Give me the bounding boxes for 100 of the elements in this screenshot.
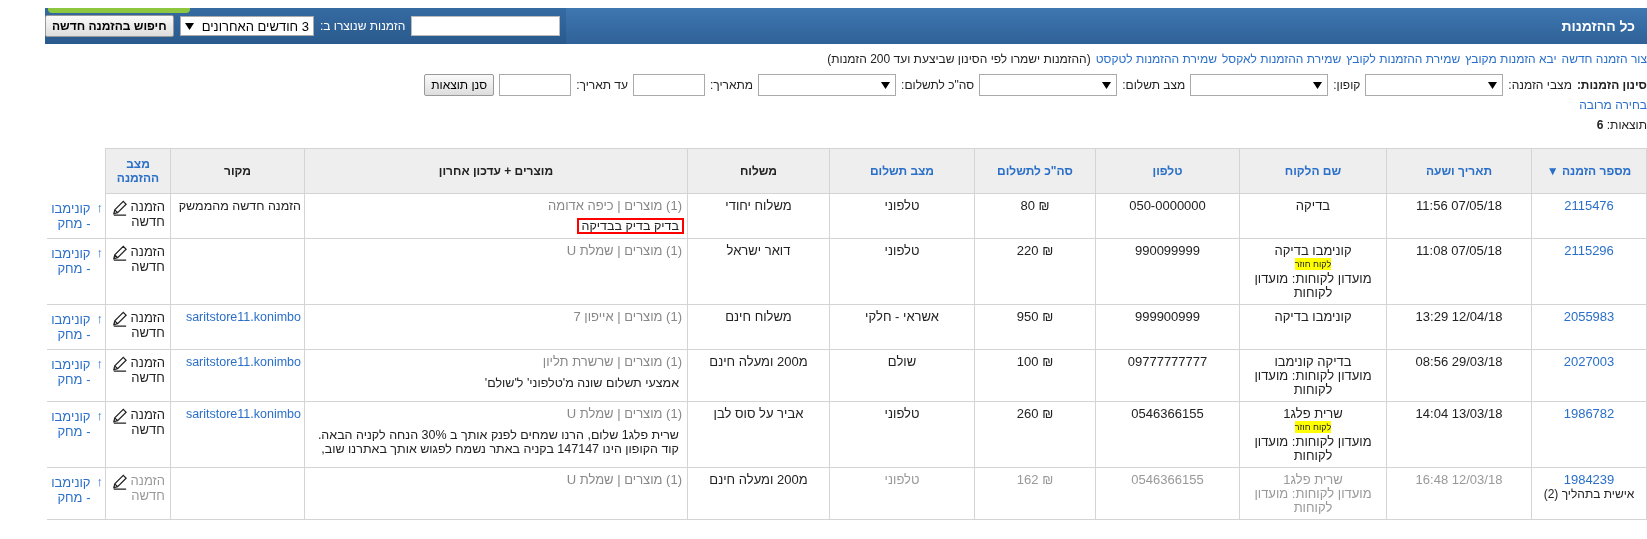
update-note: בדיק בדיק בבדיקה (578, 220, 682, 232)
source-link[interactable]: saritstore11.konimbo (185, 309, 301, 324)
payment-text: אשראי - חלקי (865, 308, 939, 324)
customer-name: שרית פלג1 (1282, 406, 1344, 421)
caret-icon (1488, 81, 1498, 89)
total-text: 162 ₪ (1016, 472, 1054, 487)
shipping-text: משלוח חינם (725, 308, 792, 324)
filter-select[interactable] (758, 74, 897, 96)
search-field[interactable] (411, 16, 560, 36)
status-text: הזמנה חדשה (131, 309, 165, 340)
filter-button[interactable]: סנן תוצאות (424, 74, 495, 96)
move-arrow[interactable]: ↑ (96, 311, 103, 326)
filter-label: סה"כ לתשלום: (901, 78, 975, 92)
date-field[interactable] (499, 74, 572, 96)
filter-select[interactable] (979, 74, 1118, 96)
column-header[interactable]: טלפון (1095, 148, 1240, 194)
phone-text: 0546366155 (1131, 471, 1204, 487)
column-header[interactable]: מצב ההזמנה (105, 148, 171, 194)
products-summary: (1) מוצרים | כיפה אדומה (546, 199, 682, 213)
range-label: הזמנות שנוצרו ב: (319, 19, 406, 33)
status-text: הזמנה חדשה (131, 406, 165, 437)
shipping-text: משלוח יחודי (725, 198, 792, 213)
column-header: מקור (170, 148, 305, 194)
shipping-text: אביר על סוס לבן (713, 405, 804, 421)
customer-name: שרית פלג1 (1282, 472, 1344, 487)
products-summary: (1) מוצרים | שמלת U (565, 472, 682, 487)
column-header[interactable]: מספר הזמנה ▼ (1531, 148, 1647, 194)
sort-link[interactable]: מספר הזמנה ▼ (1534, 164, 1644, 178)
filter-select[interactable] (1190, 74, 1329, 96)
caret-icon (1102, 81, 1112, 89)
toolbar-link[interactable]: יבא הזמנות מקובץ (1465, 52, 1557, 66)
club-text: מועדון לקוחות: מועדון לקוחות (1253, 434, 1373, 463)
payment-text: שולם (887, 353, 917, 369)
order-link[interactable]: 2115296 (1564, 242, 1614, 258)
pencil-icon[interactable] (111, 472, 128, 491)
delete-link[interactable]: קונימבו - מחק (48, 311, 91, 342)
pencil-icon[interactable] (111, 406, 128, 425)
column-header[interactable]: סה"כ לתשלום (974, 148, 1096, 194)
club-text: מועדון לקוחות: מועדון לקוחות (1253, 271, 1373, 300)
shipping-text: מ200 ומעלה חינם (709, 471, 808, 487)
sort-link[interactable]: מצב ההזמנה (108, 157, 168, 185)
order-link[interactable]: 1986782 (1563, 405, 1615, 421)
caret-icon (881, 81, 891, 89)
delete-link[interactable]: קונימבו - מחק (48, 408, 91, 439)
caret-icon (184, 22, 194, 30)
shipping-text: מ200 ומעלה חינם (709, 353, 808, 369)
date-text: 29/03/18 08:56 (1415, 353, 1503, 369)
move-arrow[interactable]: ↑ (96, 200, 103, 215)
range-select[interactable]: 3 חודשים האחרונים (179, 16, 314, 36)
source-text: הזמנה חדשה מהממשק (178, 199, 301, 213)
toolbar-link[interactable]: שמירת ההזמנות לאקסל (1221, 52, 1342, 66)
total-text: 220 ₪ (1016, 243, 1054, 258)
delete-link[interactable]: קונימבו - מחק (48, 245, 91, 276)
move-arrow[interactable]: ↑ (96, 408, 103, 423)
toolbar-link[interactable]: צור הזמנה חדשה (1561, 52, 1647, 66)
move-arrow[interactable]: ↑ (96, 245, 103, 260)
toolbar-link[interactable]: שמירת ההזמנות לקובץ (1346, 52, 1461, 66)
products-summary: (1) מוצרים | שרשרת תליון (541, 354, 682, 369)
pencil-icon[interactable] (111, 199, 128, 217)
source-link[interactable]: saritstore11.konimbo (185, 406, 301, 421)
source-link[interactable]: saritstore11.konimbo (185, 354, 301, 369)
date-text: 12/04/18 13:29 (1415, 308, 1503, 324)
multi-select-link[interactable]: בחירה מרובה (1365, 98, 1647, 112)
status-text: הזמנה חדשה (131, 199, 165, 229)
order-link[interactable]: 2027003 (1563, 353, 1615, 369)
sort-link[interactable]: סה"כ לתשלום (977, 164, 1093, 178)
status-text: הזמנה חדשה (131, 472, 165, 503)
pencil-icon[interactable] (111, 243, 128, 262)
delete-link[interactable]: קונימבו - מחק (48, 200, 91, 231)
pencil-icon[interactable] (111, 354, 128, 373)
customer-name: קונימבו בדיקה (1273, 309, 1353, 324)
column-header[interactable]: מצב תשלום (829, 148, 975, 194)
status-text: הזמנה חדשה (131, 243, 165, 274)
sort-link[interactable]: מצב תשלום (832, 164, 972, 178)
order-link[interactable]: 2055983 (1563, 308, 1615, 324)
customer-name: בדיקה קונימבו (1273, 354, 1353, 369)
filter-label: עד תאריך: (576, 78, 628, 92)
shipping-text: דואר ישראל (726, 242, 791, 258)
search-button[interactable]: חיפוש בהזמנה חדשה (45, 15, 174, 37)
phone-text: 0546366155 (1131, 405, 1204, 421)
column-header[interactable]: תאריך ושעה (1386, 148, 1532, 194)
delete-link[interactable]: קונימבו - מחק (48, 356, 91, 387)
products-summary: (1) מוצרים | שמלת U (565, 406, 682, 421)
total-text: 100 ₪ (1016, 354, 1054, 369)
total-text: 260 ₪ (1016, 406, 1054, 421)
payment-text: טלפוני (884, 198, 920, 213)
date-text: 07/05/18 11:08 (1416, 242, 1502, 258)
order-link[interactable]: 2115476 (1564, 198, 1614, 213)
date-field[interactable] (632, 74, 705, 96)
sort-link[interactable]: תאריך ושעה (1389, 164, 1529, 178)
filter-title: סינון הזמנות: (1576, 78, 1647, 92)
filter-label: קופון: (1333, 78, 1361, 92)
column-header[interactable]: שם הלקוח (1239, 148, 1387, 194)
sort-link[interactable]: טלפון (1098, 164, 1237, 178)
filter-select[interactable] (1365, 74, 1504, 96)
filter-label: מצב תשלום: (1122, 78, 1186, 92)
toolbar-link[interactable]: שמירת ההזמנות לטקסט (1095, 52, 1217, 66)
pencil-icon[interactable] (111, 309, 128, 328)
move-arrow[interactable]: ↑ (96, 356, 103, 371)
sort-link[interactable]: שם הלקוח (1242, 164, 1384, 178)
